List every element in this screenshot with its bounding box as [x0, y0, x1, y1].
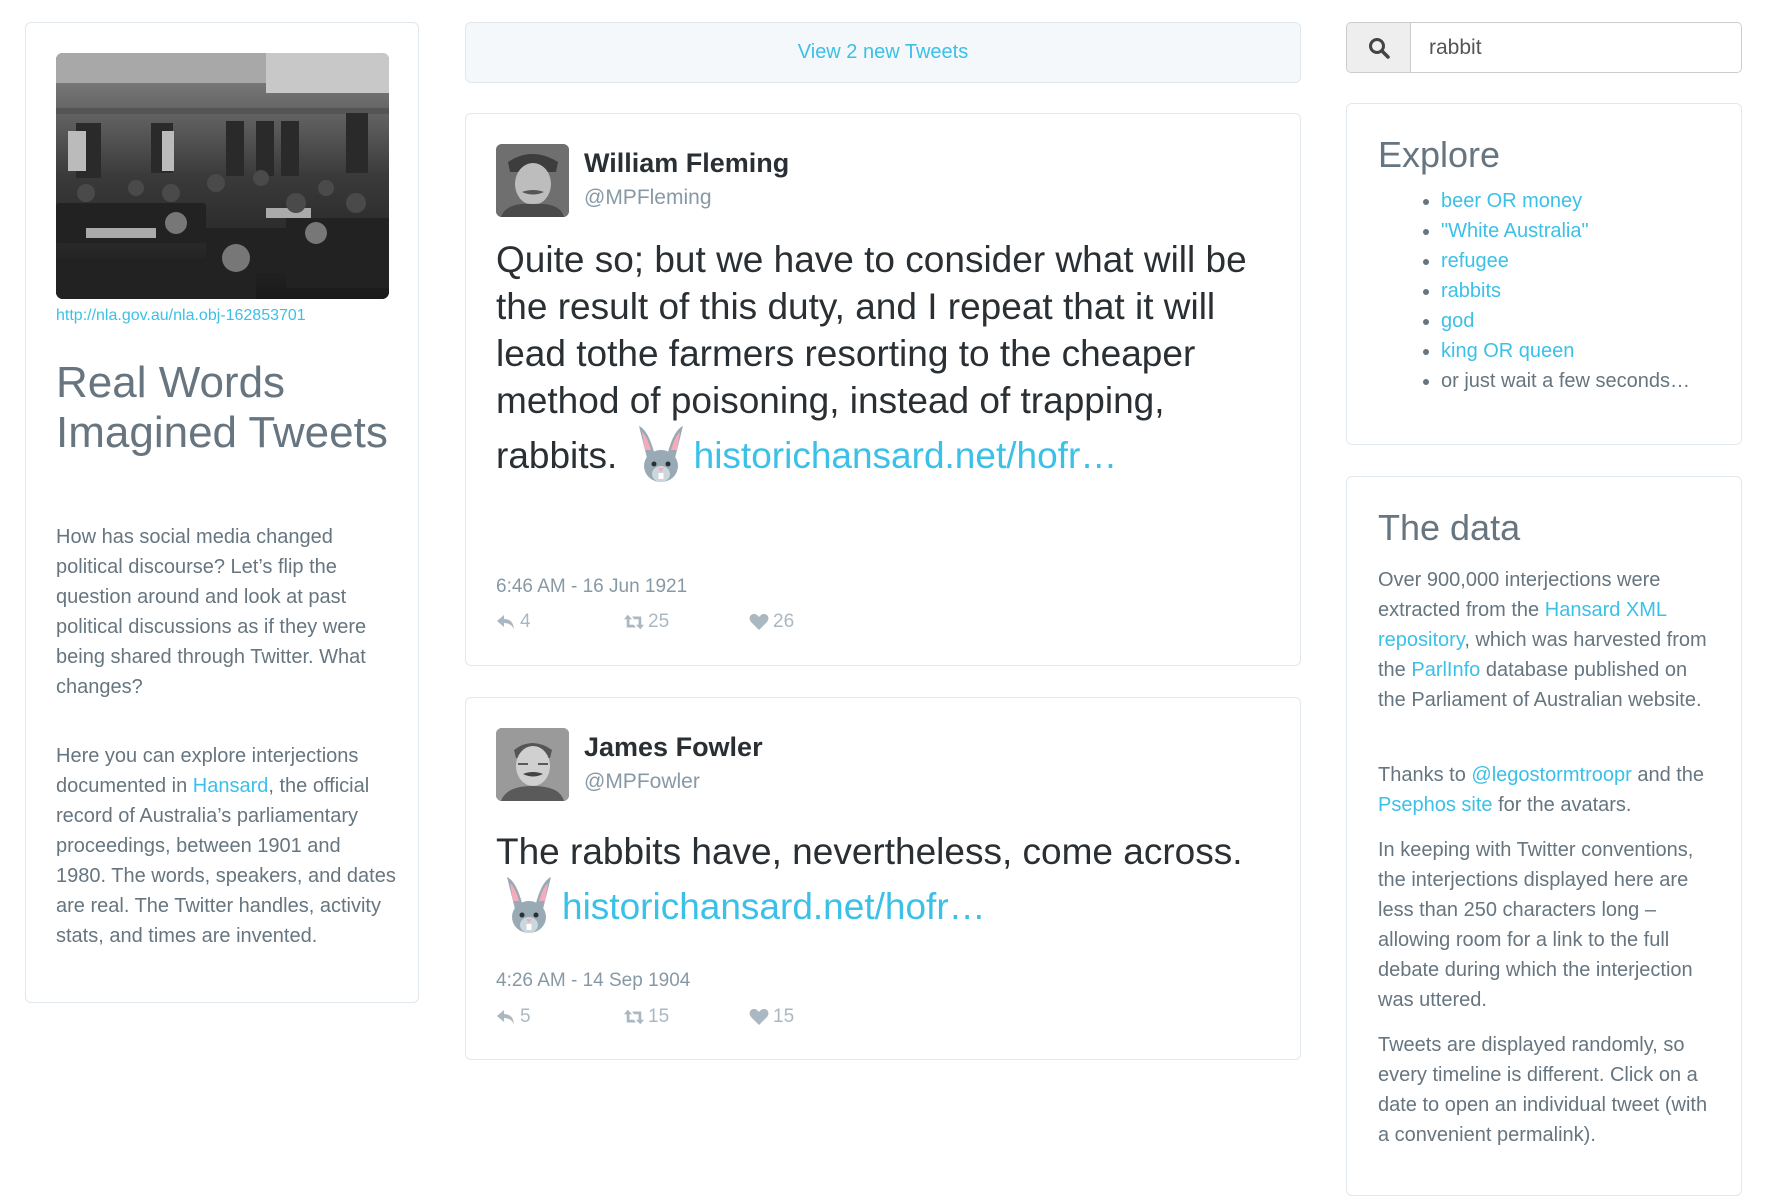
tweet-actions: 4 25 26 — [496, 611, 794, 633]
author-handle[interactable]: @MPFowler — [584, 770, 700, 794]
intro-paragraph-hansard: Here you can explore interjections docum… — [56, 741, 396, 951]
site-title: Real Words Imagined Tweets — [56, 358, 388, 457]
data-paragraph-random: Tweets are displayed randomly, so every … — [1378, 1034, 1708, 1146]
reply-icon — [497, 615, 514, 629]
like-button[interactable]: 15 — [749, 1006, 794, 1028]
explore-item: or just wait a few seconds… — [1441, 366, 1690, 396]
intro-text: , the official record of Australia’s par… — [56, 775, 396, 947]
explore-link-refugee[interactable]: refugee — [1441, 250, 1509, 272]
tweet-date-link[interactable]: 4:26 AM - 14 Sep 1904 — [496, 970, 690, 992]
reply-icon — [497, 1010, 514, 1024]
hansard-link[interactable]: Hansard — [193, 775, 269, 797]
retweet-count: 25 — [648, 611, 670, 632]
data-heading: The data — [1378, 507, 1521, 548]
rabbit-face-icon — [502, 875, 556, 933]
parliament-photo-image — [56, 53, 389, 299]
explore-item: king OR queen — [1441, 336, 1690, 366]
photo-credit-link[interactable]: http://nla.gov.au/nla.obj-162853701 — [56, 307, 306, 325]
retweet-button[interactable]: 25 — [624, 611, 749, 633]
author-name[interactable]: James Fowler — [584, 732, 763, 763]
data-paragraph-source: Over 900,000 interjections were extracte… — [1378, 565, 1718, 715]
avatar-image-fowler — [496, 728, 569, 801]
explore-item: refugee — [1441, 246, 1690, 276]
explore-item: beer OR money — [1441, 186, 1690, 216]
retweet-icon — [624, 1009, 644, 1025]
explore-link-white-australia[interactable]: "White Australia" — [1441, 220, 1589, 242]
parlinfo-link[interactable]: ParlInfo — [1411, 659, 1480, 681]
data-card: The data Over 900,000 interjections were… — [1346, 476, 1742, 1196]
explore-card: Explore beer OR money "White Australia" … — [1346, 103, 1742, 445]
intro-paragraph: How has social media changed political d… — [56, 526, 367, 698]
explore-link-beer-or-money[interactable]: beer OR money — [1441, 190, 1582, 212]
tweet-card: William Fleming @MPFleming Quite so; but… — [465, 113, 1301, 666]
data-paragraph-conventions: In keeping with Twitter conventions, the… — [1378, 839, 1694, 1011]
avatar[interactable] — [496, 144, 569, 217]
avatar-image-fleming — [496, 144, 569, 217]
author-name[interactable]: William Fleming — [584, 148, 789, 179]
author-handle[interactable]: @MPFleming — [584, 186, 712, 210]
parliament-photo — [56, 53, 389, 299]
like-count: 15 — [773, 1006, 795, 1027]
legostormtroopr-link[interactable]: @legostormtroopr — [1471, 764, 1631, 786]
psephos-link[interactable]: Psephos site — [1378, 794, 1493, 816]
tweet-date-link[interactable]: 6:46 AM - 16 Jun 1921 — [496, 576, 687, 598]
search-bar — [1346, 22, 1742, 73]
tweet-text: Quite so; but we have to consider what w… — [496, 236, 1266, 482]
explore-link-god[interactable]: god — [1441, 310, 1474, 332]
avatar[interactable] — [496, 728, 569, 801]
explore-heading: Explore — [1378, 134, 1501, 175]
heart-icon — [749, 1008, 769, 1025]
data-text: Thanks to — [1378, 764, 1472, 786]
heart-icon — [749, 613, 769, 630]
reply-count: 5 — [520, 1006, 531, 1027]
retweet-icon — [624, 614, 644, 630]
tweet-actions: 5 15 15 — [496, 1006, 794, 1028]
hansard-debate-link[interactable]: historichansard.net/hofr… — [562, 886, 986, 927]
like-button[interactable]: 26 — [749, 611, 794, 633]
tweet-text: The rabbits have, nevertheless, come acr… — [496, 828, 1266, 933]
reply-button[interactable]: 5 — [496, 1006, 624, 1028]
search-icon — [1368, 37, 1390, 59]
tweet-card: James Fowler @MPFowler The rabbits have,… — [465, 697, 1301, 1060]
explore-item: rabbits — [1441, 276, 1690, 306]
search-input[interactable] — [1411, 23, 1741, 72]
view-new-tweets-button[interactable]: View 2 new Tweets — [465, 22, 1301, 83]
explore-link-rabbits[interactable]: rabbits — [1441, 280, 1501, 302]
reply-button[interactable]: 4 — [496, 611, 624, 633]
rabbit-face-icon — [634, 424, 688, 482]
like-count: 26 — [773, 611, 795, 632]
retweet-button[interactable]: 15 — [624, 1006, 749, 1028]
hansard-debate-link[interactable]: historichansard.net/hofr… — [694, 435, 1118, 476]
search-button[interactable] — [1347, 23, 1411, 72]
explore-item: god — [1441, 306, 1690, 336]
data-text: for the avatars. — [1492, 794, 1632, 816]
explore-link-king-or-queen[interactable]: king OR queen — [1441, 340, 1574, 362]
data-paragraph-thanks: Thanks to @legostormtroopr and the Pseph… — [1378, 760, 1718, 820]
reply-count: 4 — [520, 611, 531, 632]
explore-item: "White Australia" — [1441, 216, 1690, 246]
explore-list: beer OR money "White Australia" refugee … — [1407, 186, 1690, 396]
explore-wait-text: or just wait a few seconds… — [1441, 370, 1690, 392]
retweet-count: 15 — [648, 1006, 670, 1027]
tweet-body: The rabbits have, nevertheless, come acr… — [496, 831, 1243, 872]
data-text: and the — [1631, 764, 1705, 786]
about-card: http://nla.gov.au/nla.obj-162853701 Real… — [25, 22, 419, 1003]
